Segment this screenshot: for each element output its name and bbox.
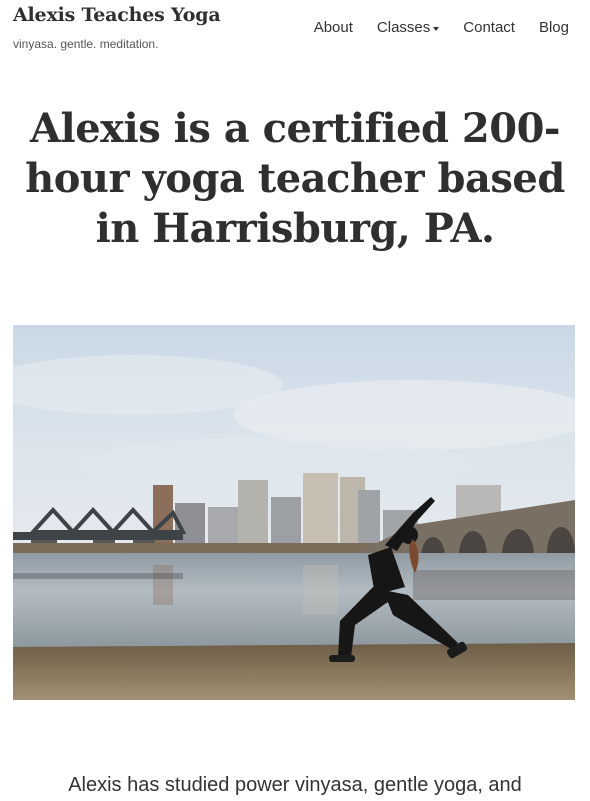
caret-down-icon	[433, 26, 440, 31]
nav-blog-link[interactable]: Blog	[539, 19, 569, 36]
hero-photo	[13, 325, 575, 700]
nav-about-link[interactable]: About	[314, 19, 353, 36]
nav-classes-dropdown[interactable]: Classes	[376, 19, 440, 36]
site-title-link[interactable]: Alexis Teaches Yoga	[13, 4, 221, 26]
nav-contact-link[interactable]: Contact	[463, 19, 515, 36]
nav-classes-label: Classes	[376, 19, 431, 36]
nav-contact-label: Contact	[463, 19, 515, 36]
nav-about-label: About	[313, 19, 353, 36]
nav-blog-label: Blog	[538, 19, 569, 36]
site-header: Alexis Teaches Yoga vinyasa. gentle. med…	[0, 0, 590, 60]
site-tagline: vinyasa. gentle. meditation.	[13, 37, 159, 51]
hero-heading: Alexis is a certified 200-hour yoga teac…	[25, 105, 565, 252]
main-nav: About Classes Contact Blog	[290, 19, 569, 36]
intro-text: Alexis has studied power vinyasa, gentle…	[68, 774, 522, 796]
yoga-riverfront-photo	[13, 325, 575, 700]
